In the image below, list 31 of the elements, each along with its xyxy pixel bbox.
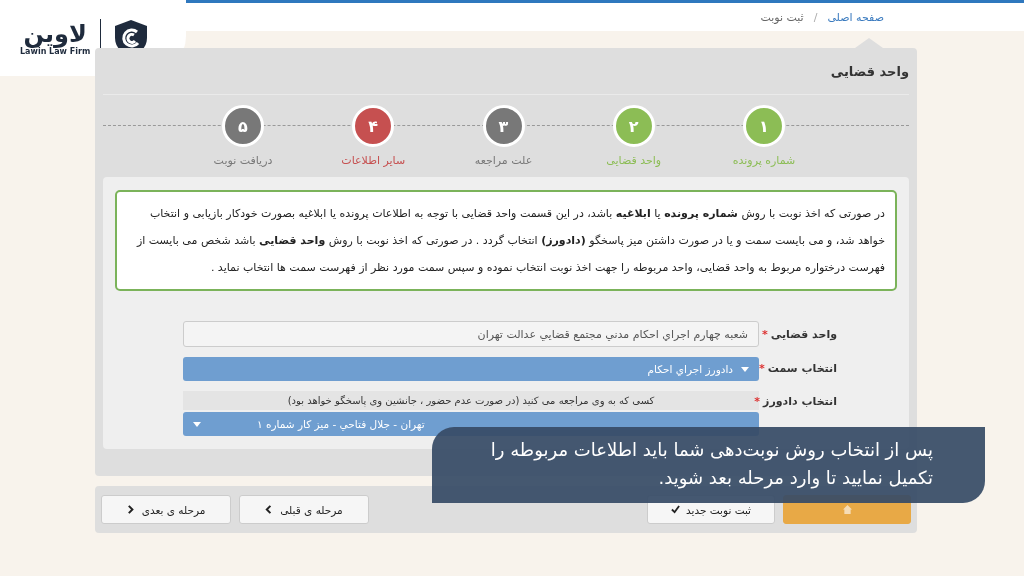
step-circle[interactable]: ۳ bbox=[482, 105, 525, 147]
home-icon bbox=[842, 505, 852, 514]
step-label: شماره پرونده bbox=[732, 154, 796, 167]
required-mark: * bbox=[759, 362, 765, 375]
step-label: سایر اطلاعات bbox=[341, 154, 406, 167]
logo-wordmark: لاوین bbox=[23, 20, 87, 47]
caret-icon bbox=[193, 421, 201, 427]
step-circle[interactable]: ۵ bbox=[222, 105, 264, 147]
checkmark-icon bbox=[670, 505, 680, 514]
step-label: واحد قضایی bbox=[606, 154, 662, 167]
chevron-right-icon bbox=[126, 505, 136, 514]
caret-icon bbox=[741, 366, 749, 372]
previous-button[interactable]: مرحله ی قبلی bbox=[239, 495, 369, 524]
logo-caption: Lawin Law Firm bbox=[20, 46, 91, 56]
field-label: انتخاب دادورز bbox=[763, 395, 837, 408]
step-label: علت مراجعه bbox=[474, 154, 533, 167]
field-label: واحد قضایی bbox=[770, 328, 837, 341]
panel-title: واحد قضایی bbox=[103, 56, 909, 95]
required-mark: * bbox=[754, 395, 761, 408]
breadcrumb-link[interactable]: صفحه اصلی bbox=[827, 10, 884, 24]
required-mark: * bbox=[762, 328, 768, 341]
breadcrumb-separator: / bbox=[813, 10, 818, 24]
field-label: انتخاب سمت bbox=[767, 362, 837, 375]
info-message: در صورتی که اخذ نوبت با روش شماره پرونده یا ابلاغیه باشد، در این قسمت واحد قضایی با توجه به اطلاعات پرونده یا ابلاغیه بصورت خودکار بازیابی و انتخاب خواهد شد، و می بایست سمت و یا در صورت داشتن میز پاسخگو (دادورز) انتخاب گردد . در صورتی که اخذ نوبت با روش واحد قضایی باشد شخص می بایست از فهرست درختواره مربوط به واحد قضایی، واحد مربوطه را جهت اخذ نوبت انتخاب نموده و سپس سمت مورد نظر از فهرست سمت ها انتخاب نماید . bbox=[115, 190, 897, 291]
step-label: دریافت نوبت bbox=[213, 154, 273, 167]
next-button[interactable]: مرحله ی بعدی bbox=[101, 495, 231, 524]
breadcrumb-current: ثبت نوبت bbox=[760, 10, 804, 24]
dropdown[interactable]: دادورز اجراي احكام bbox=[183, 357, 759, 381]
caption-overlay: پس از انتخاب روش نوبت‌دهی شما باید اطلاعات مربوطه را تکمیل نمایید تا وارد مرحله بعد شوید. bbox=[432, 427, 985, 503]
input-field[interactable]: شعبه چهارم اجراي احكام مدني مجتمع قضايي عدالت تهران bbox=[183, 321, 759, 347]
step-circle[interactable]: ۴ bbox=[352, 105, 395, 147]
